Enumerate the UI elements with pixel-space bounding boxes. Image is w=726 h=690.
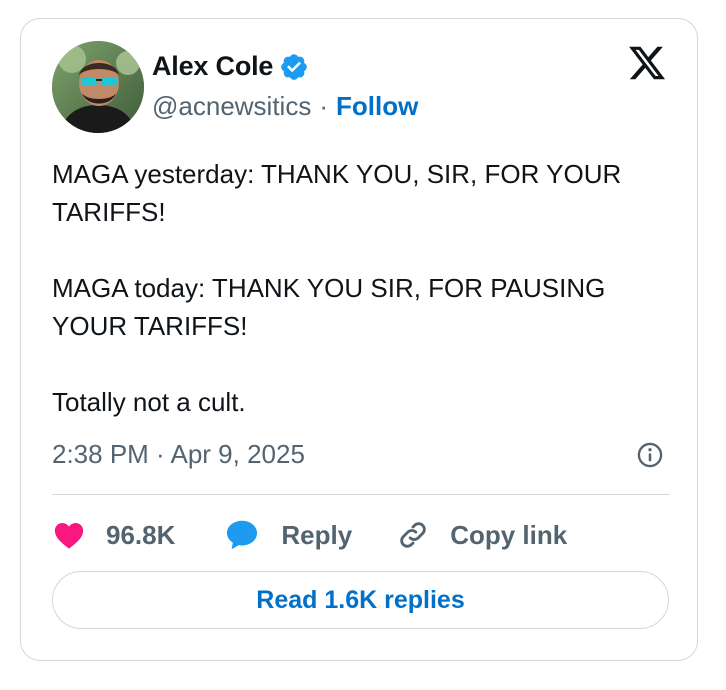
- tweet-paragraph-3: Totally not a cult.: [52, 387, 246, 417]
- copy-link-label: Copy link: [450, 519, 568, 550]
- tweet-paragraph-1: MAGA yesterday: THANK YOU, SIR, FOR YOUR…: [52, 159, 622, 227]
- like-count: 96.8K: [106, 519, 176, 550]
- separator-dot: ·: [319, 91, 328, 121]
- author-name-row: Alex Cole: [152, 51, 309, 82]
- read-replies-label: Read 1.6K replies: [256, 585, 465, 614]
- tweet-timestamp[interactable]: 2:38 PM · Apr 9, 2025: [52, 439, 305, 470]
- link-icon: [400, 522, 426, 548]
- avatar-photo: [52, 41, 144, 133]
- reply-label: Reply: [281, 519, 353, 550]
- action-bar: 96.8K Reply Copy link: [52, 516, 567, 554]
- read-replies-button[interactable]: Read 1.6K replies: [52, 571, 669, 629]
- author-handle-row: @acnewsitics · Follow: [152, 91, 418, 122]
- copy-link-button[interactable]: Copy link: [396, 518, 567, 552]
- tweet-text: MAGA yesterday: THANK YOU, SIR, FOR YOUR…: [52, 155, 672, 421]
- x-logo-icon[interactable]: [627, 43, 667, 83]
- author-handle[interactable]: @acnewsitics: [152, 91, 311, 122]
- tweet-card[interactable]: Alex Cole @acnewsitics · Follow MAGA yes…: [20, 18, 698, 661]
- follow-link[interactable]: Follow: [336, 91, 418, 122]
- author-name[interactable]: Alex Cole: [152, 51, 273, 82]
- verified-badge-icon: [281, 53, 308, 80]
- like-button[interactable]: 96.8K: [52, 518, 175, 552]
- reply-button[interactable]: Reply: [223, 516, 352, 554]
- divider: [52, 494, 670, 495]
- tweet-paragraph-2: MAGA today: THANK YOU SIR, FOR PAUSING Y…: [52, 273, 606, 341]
- reply-bubble-icon: [227, 520, 258, 550]
- meta-row: 2:38 PM · Apr 9, 2025: [52, 439, 664, 470]
- info-icon[interactable]: [636, 441, 664, 469]
- avatar[interactable]: [52, 41, 144, 133]
- heart-icon: [54, 522, 84, 549]
